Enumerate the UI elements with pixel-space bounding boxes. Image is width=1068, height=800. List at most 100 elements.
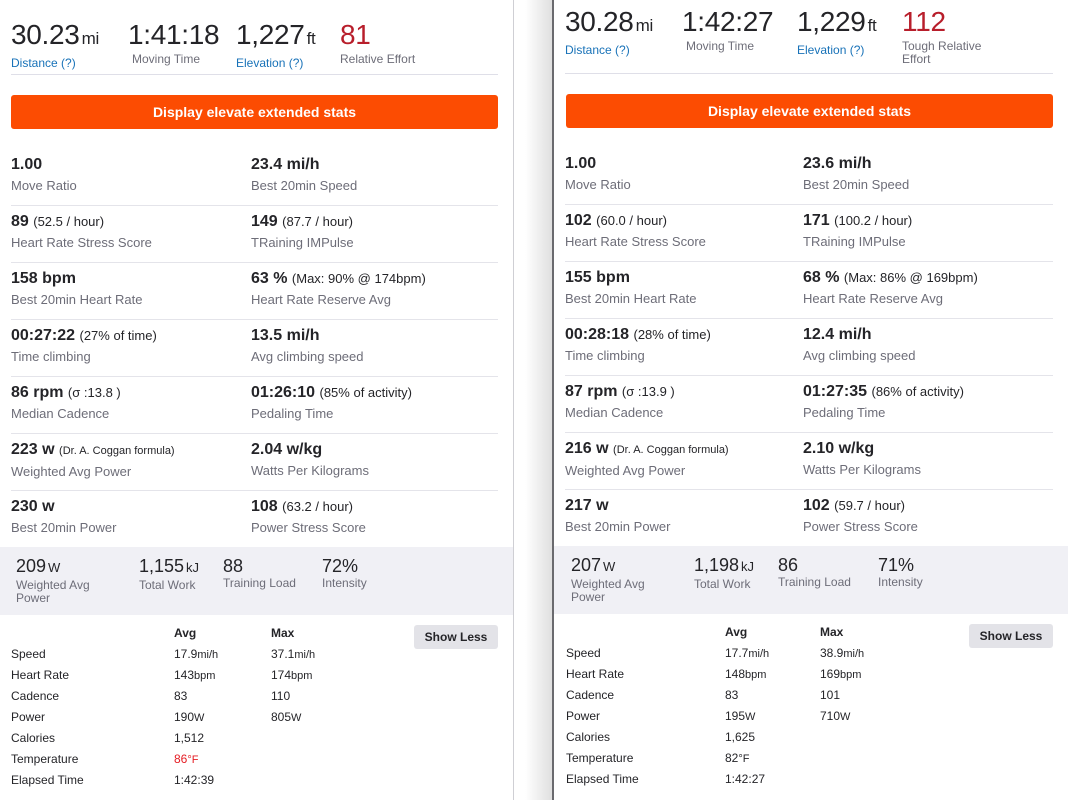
stats-row: 158 bpm Best 20min Heart Rate 63 % (Max: 9… [11, 263, 498, 320]
elevation-label-link[interactable]: Elevation (?) [236, 57, 315, 70]
best-20min-power-stat: 230 w Best 20min Power [11, 496, 117, 536]
stat-sub-value: (Dr. A. Coggan formula) [59, 445, 175, 457]
max-unit: W [840, 711, 851, 723]
intensity-value: 71% [878, 555, 915, 575]
avg-value: 17.9 [174, 647, 198, 661]
distance-stat: 30.28 mi Distance (?) [565, 5, 653, 57]
best-20min-speed-stat: 23.6 mi/h Best 20min Speed [803, 153, 909, 193]
stat-label: TRaining IMPulse [803, 234, 906, 249]
elevation-value: 1,227 [236, 19, 305, 50]
avg-cell: 17.9mi/h [174, 644, 218, 666]
show-less-button[interactable]: Show Less [414, 625, 498, 649]
elevation-unit: ft [867, 16, 877, 35]
distance-label-link[interactable]: Distance (?) [565, 44, 653, 57]
intensity-stat: 71% Intensity [878, 554, 923, 589]
max-value: 805 [271, 710, 292, 724]
stat-sub-value: (100.2 / hour) [834, 213, 913, 228]
stat-sub-value: (28% of time) [633, 327, 711, 342]
avg-value: 148 [725, 667, 746, 681]
moving-time-label: Moving Time [686, 39, 755, 53]
avg-cell: 1,512 [174, 728, 204, 749]
avg-cell: 83 [174, 686, 187, 707]
heart-rate-stress-score-stat: 89 (52.5 / hour) Heart Rate Stress Score [11, 211, 152, 251]
stat-label: Weighted Avg Power [11, 464, 132, 479]
table-row: Temperature 82°F [566, 748, 946, 769]
stat-label: Time climbing [565, 348, 645, 363]
moving-time-stat: 1:41:18 Moving Time [128, 18, 220, 66]
row-label: Cadence [11, 689, 60, 703]
stat-value: 216 w [565, 440, 609, 457]
avg-unit: bpm [745, 669, 767, 681]
divider [11, 74, 498, 75]
activity-panel-left: 30.23 mi Distance (?) 1:41:18 Moving Time… [0, 0, 513, 800]
max-unit: mi/h [843, 648, 865, 660]
stat-value: 102 [565, 212, 592, 229]
median-cadence-stat: 86 rpm (σ :13.8 ) Median Cadence [11, 382, 121, 422]
intensity-label: Intensity [322, 576, 367, 590]
stat-value: 01:27:35 [803, 383, 868, 400]
table-header-max: Max [271, 626, 295, 640]
distance-value: 30.23 [11, 19, 80, 50]
stat-value: 87 rpm [565, 383, 618, 400]
extended-stats-grid: 1.00 Move Ratio 23.4 mi/h Best 20min Speed 8… [11, 149, 498, 548]
relative-effort-stat: 81 Relative Effort [340, 18, 415, 66]
moving-time-label: Moving Time [132, 52, 201, 66]
training-load-stat: 86 Training Load [778, 554, 851, 589]
stat-label: Pedaling Time [803, 405, 886, 420]
show-less-button[interactable]: Show Less [969, 624, 1053, 648]
stats-row: 223 w (Dr. A. Coggan formula) Weighted Av… [11, 434, 498, 491]
best-20min-heart-rate-stat: 155 bpm Best 20min Heart Rate [565, 267, 697, 307]
top-stats: 30.23 mi Distance (?) 1:41:18 Moving Time… [11, 18, 499, 70]
elevation-stat: 1,229 ft Elevation (?) [797, 5, 877, 57]
elevation-label-link[interactable]: Elevation (?) [797, 44, 876, 57]
stat-label: Best 20min Heart Rate [11, 292, 143, 307]
stats-row: 155 bpm Best 20min Heart Rate 68 % (Max: 8… [565, 262, 1053, 319]
time-climbing-stat: 00:27:22 (27% of time) Time climbing [11, 325, 157, 365]
weighted-avg-power-value: 209 [16, 556, 47, 576]
stat-sub-value: (27% of time) [79, 328, 157, 343]
stat-label: Heart Rate Reserve Avg [803, 291, 943, 306]
panel-shadow [525, 0, 553, 800]
table-row: Elapsed Time 1:42:39 [11, 770, 391, 791]
stat-sub-value: (σ :13.9 ) [621, 384, 675, 399]
panel-divider [513, 0, 514, 800]
avg-value: 1,625 [725, 730, 756, 744]
max-cell: 110 [271, 686, 290, 707]
avg-value: 17.7 [725, 646, 749, 660]
avg-unit: W [194, 712, 205, 724]
stat-value: 149 [251, 213, 278, 230]
table-row: Heart Rate 148bpm 169bpm [566, 664, 946, 685]
distance-label-link[interactable]: Distance (?) [11, 57, 99, 70]
total-work-stat: 1,155 kJ Total Work [139, 555, 199, 592]
avg-cell: 195W [725, 706, 755, 728]
relative-effort-value: 81 [340, 19, 371, 50]
stat-label: TRaining IMPulse [251, 235, 354, 250]
extended-stats-grid: 1.00 Move Ratio 23.6 mi/h Best 20min Speed 1… [565, 148, 1053, 547]
max-cell: 38.9mi/h [820, 643, 864, 665]
stat-label: Heart Rate Stress Score [11, 235, 152, 250]
stats-row: 1.00 Move Ratio 23.6 mi/h Best 20min Speed [565, 148, 1053, 205]
total-work-label: Total Work [694, 577, 751, 591]
training-load-label: Training Load [778, 575, 851, 589]
stat-value: 00:27:22 [11, 327, 76, 344]
power-stress-score-stat: 102 (59.7 / hour) Power Stress Score [803, 495, 918, 535]
row-label: Heart Rate [11, 668, 70, 682]
stat-sub-value: (Max: 86% @ 169bpm) [843, 270, 978, 285]
avg-cell: 1,625 [725, 727, 755, 748]
relative-effort-label: Tough Relative Effort [902, 39, 982, 66]
avg-value: 86 [174, 752, 188, 766]
stat-sub-value: (86% of activity) [871, 384, 964, 399]
weighted-avg-power-unit: W [603, 559, 616, 574]
table-row: Speed 17.9mi/h 37.1mi/h [11, 644, 391, 665]
table-row: Temperature 86°F [11, 749, 391, 770]
stat-value: 217 w [565, 497, 609, 514]
max-value: 101 [820, 688, 841, 702]
stat-value: 2.10 w/kg [803, 440, 875, 457]
stat-label: Heart Rate Stress Score [565, 234, 706, 249]
table-row: Cadence 83 101 [566, 685, 946, 706]
elevate-extended-stats-button[interactable]: Display elevate extended stats [566, 94, 1053, 128]
elevate-extended-stats-button[interactable]: Display elevate extended stats [11, 95, 498, 129]
weighted-avg-power-label: Weighted Avg Power [571, 577, 645, 604]
heart-rate-reserve-avg-stat: 68 % (Max: 86% @ 169bpm) Heart Rate Reser… [803, 267, 978, 307]
training-load-value: 88 [223, 556, 244, 576]
